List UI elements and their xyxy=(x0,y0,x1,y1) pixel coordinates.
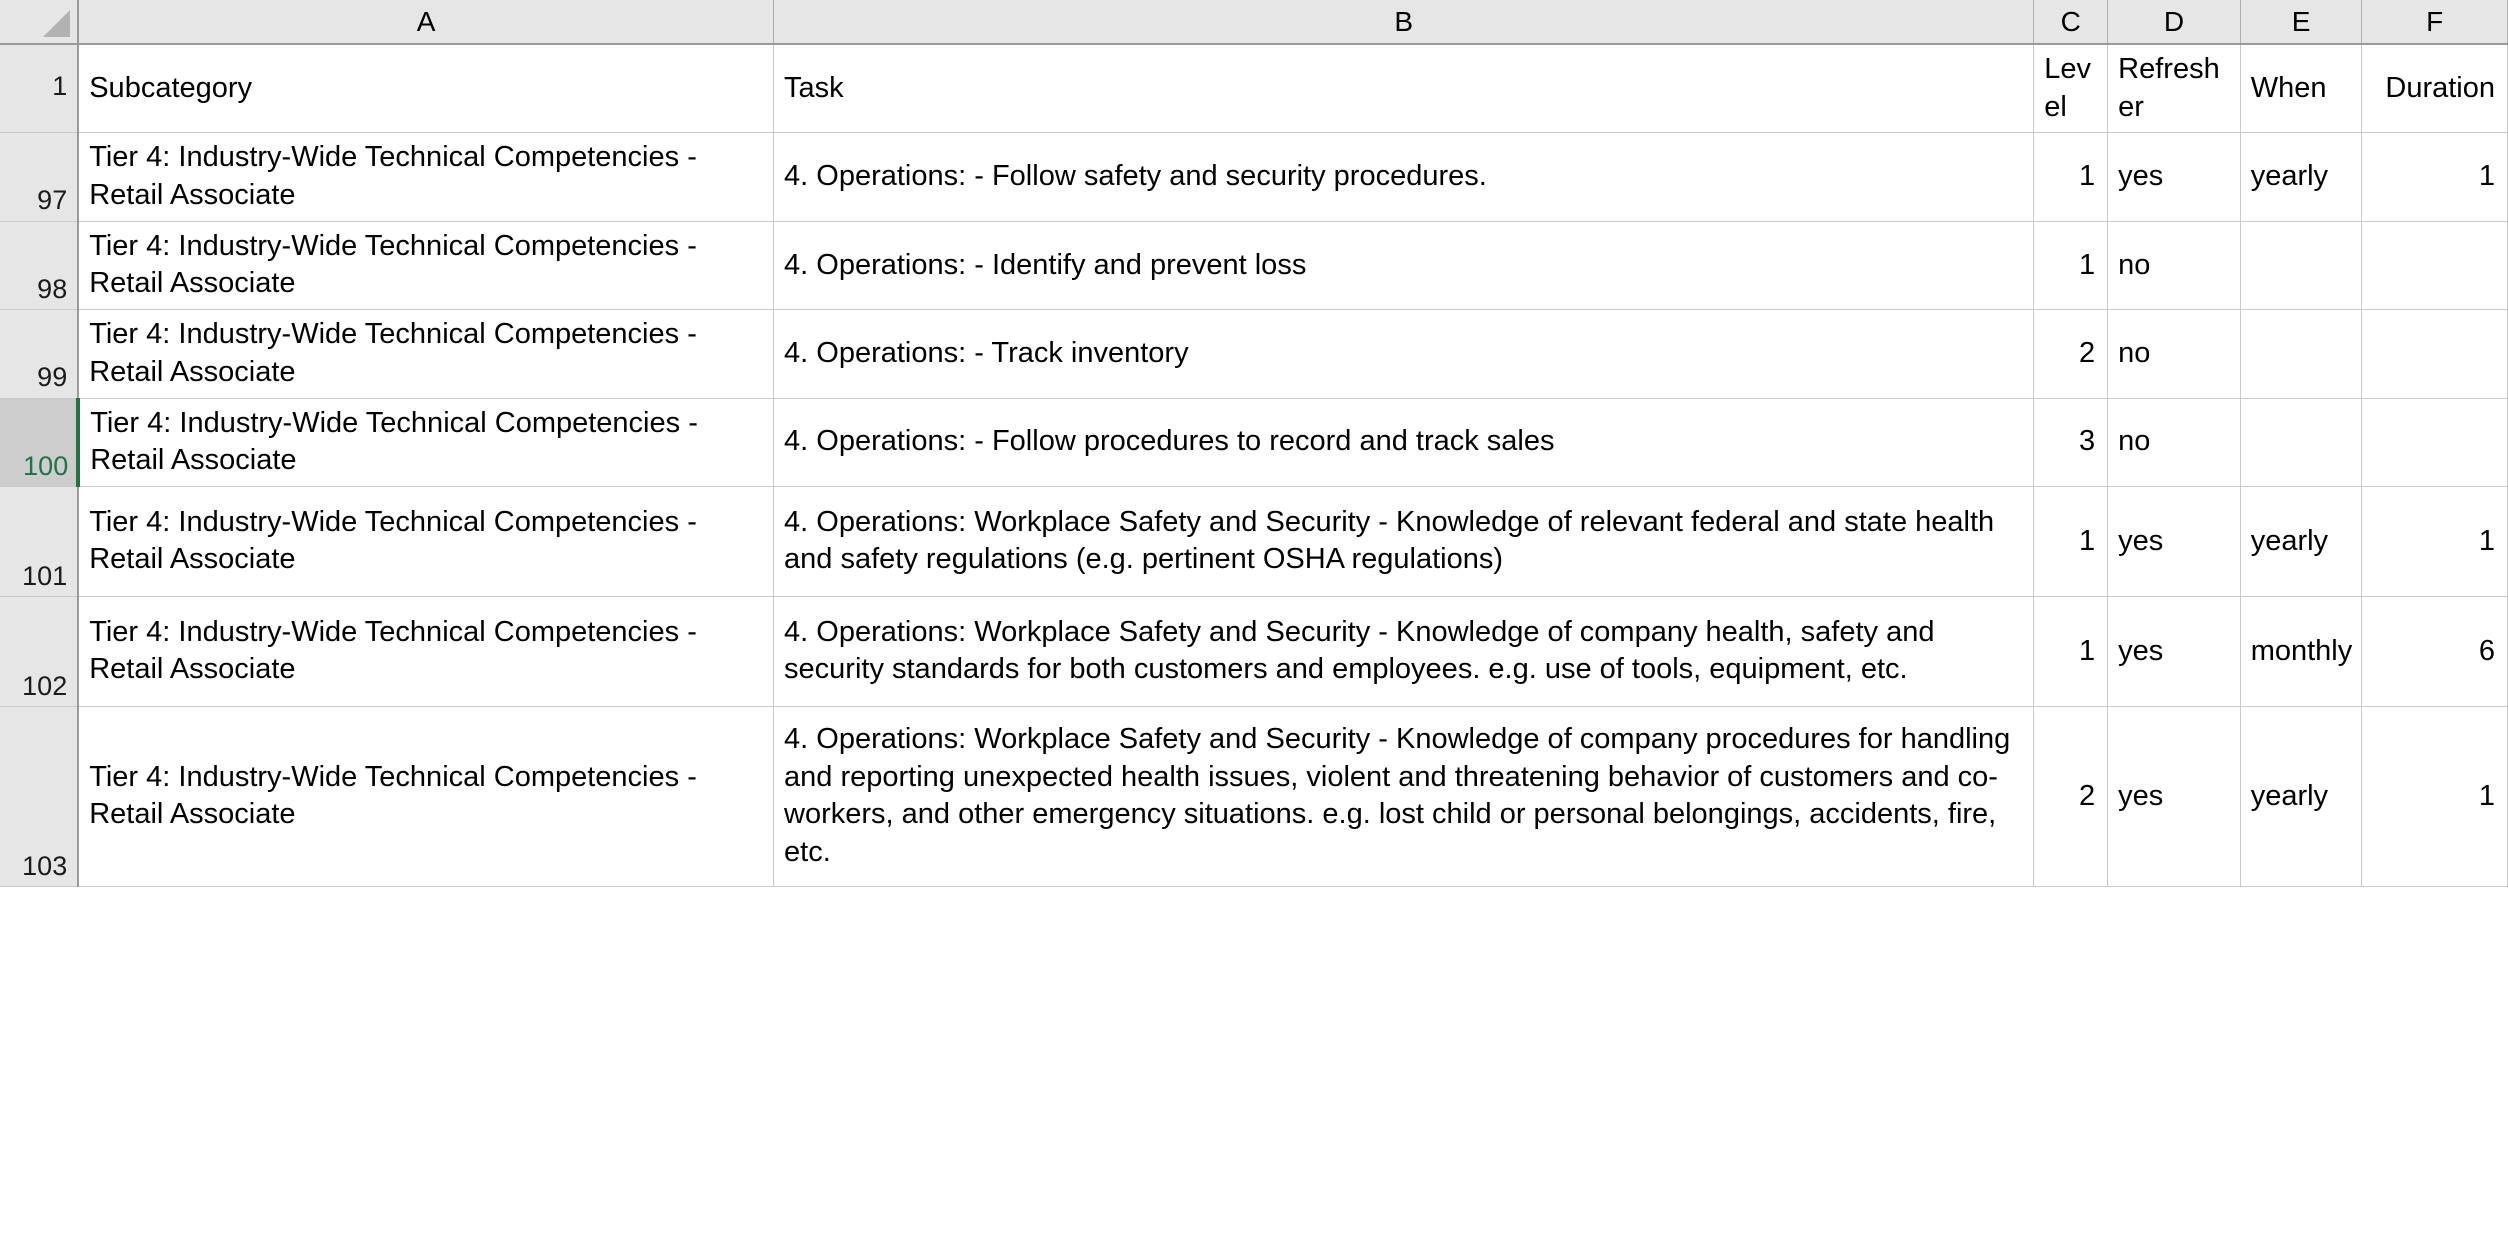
column-title-c[interactable]: Level xyxy=(2033,44,2109,134)
cell-task[interactable]: 4. Operations: Workplace Safety and Secu… xyxy=(773,596,2035,707)
row-header-103[interactable]: 103 xyxy=(0,706,80,887)
cell-subcategory[interactable]: Tier 4: Industry-Wide Technical Competen… xyxy=(78,309,775,399)
column-title-b[interactable]: Task xyxy=(773,44,2035,134)
cell-refresher[interactable]: no xyxy=(2107,309,2241,399)
cell-task[interactable]: 4. Operations: - Follow procedures to re… xyxy=(773,397,2035,487)
cell-task[interactable]: 4. Operations: Workplace Safety and Secu… xyxy=(773,486,2035,597)
cell-level[interactable]: 3 xyxy=(2033,397,2109,487)
row-header-98[interactable]: 98 xyxy=(0,221,80,311)
row-header-1[interactable]: 1 xyxy=(0,44,80,134)
cell-subcategory[interactable]: Tier 4: Industry-Wide Technical Competen… xyxy=(78,397,775,487)
row-header-101[interactable]: 101 xyxy=(0,486,80,597)
cell-level[interactable]: 1 xyxy=(2033,596,2109,707)
cell-refresher[interactable]: yes xyxy=(2107,132,2241,222)
select-all-triangle-icon xyxy=(43,10,71,37)
cell-when[interactable]: yearly xyxy=(2240,486,2363,597)
cell-task[interactable]: 4. Operations: Workplace Safety and Secu… xyxy=(773,706,2035,887)
cell-level[interactable]: 1 xyxy=(2033,486,2109,597)
column-header-d[interactable]: D xyxy=(2107,0,2241,45)
cell-subcategory[interactable]: Tier 4: Industry-Wide Technical Competen… xyxy=(78,596,775,707)
column-title-a[interactable]: Subcategory xyxy=(78,44,775,134)
cell-refresher[interactable]: no xyxy=(2107,397,2241,487)
spreadsheet-grid: A B C D E F 1 Subcategory Task Level Refresher When… xyxy=(0,0,2508,887)
table-row: 103 Tier 4: Industry-Wide Technical Compe… xyxy=(0,706,2508,887)
cell-level[interactable]: 1 xyxy=(2033,132,2109,222)
cell-duration[interactable] xyxy=(2361,221,2508,311)
column-header-e[interactable]: E xyxy=(2240,0,2363,45)
table-row: 1 Subcategory Task Level Refresher When Durati… xyxy=(0,44,2508,134)
cell-duration[interactable] xyxy=(2361,309,2508,399)
cell-refresher[interactable]: yes xyxy=(2107,706,2241,887)
cell-when[interactable]: yearly xyxy=(2240,706,2363,887)
column-header-row: ABCDEF xyxy=(0,0,2508,45)
cell-level[interactable]: 2 xyxy=(2033,309,2109,399)
cell-duration[interactable]: 1 xyxy=(2361,132,2508,222)
cell-when[interactable] xyxy=(2240,309,2363,399)
cell-duration[interactable]: 1 xyxy=(2361,706,2508,887)
cell-duration[interactable]: 1 xyxy=(2361,486,2508,597)
column-header-c[interactable]: C xyxy=(2033,0,2109,45)
table-row: 100 Tier 4: Industry-Wide Technical Compe… xyxy=(0,397,2508,487)
cell-duration[interactable] xyxy=(2361,397,2508,487)
cell-subcategory[interactable]: Tier 4: Industry-Wide Technical Competen… xyxy=(78,132,775,222)
cell-refresher[interactable]: yes xyxy=(2107,486,2241,597)
cell-task[interactable]: 4. Operations: - Identify and prevent lo… xyxy=(773,221,2035,311)
row-header-99[interactable]: 99 xyxy=(0,309,80,399)
table-row: 101 Tier 4: Industry-Wide Technical Compe… xyxy=(0,486,2508,597)
row-header-102[interactable]: 102 xyxy=(0,596,80,707)
column-title-d[interactable]: Refresher xyxy=(2107,44,2241,134)
column-header-a[interactable]: A xyxy=(78,0,775,45)
cell-when[interactable]: yearly xyxy=(2240,132,2363,222)
column-title-f[interactable]: Duration xyxy=(2361,44,2508,134)
table-row: 97 Tier 4: Industry-Wide Technical Compet… xyxy=(0,132,2508,222)
cell-task[interactable]: 4. Operations: - Track inventory xyxy=(773,309,2035,399)
column-header-f[interactable]: F xyxy=(2361,0,2508,45)
cell-when[interactable] xyxy=(2240,397,2363,487)
cell-task[interactable]: 4. Operations: - Follow safety and secur… xyxy=(773,132,2035,222)
cell-refresher[interactable]: no xyxy=(2107,221,2241,311)
row-header-100[interactable]: 100 xyxy=(0,398,81,487)
cell-refresher[interactable]: yes xyxy=(2107,596,2241,707)
cell-level[interactable]: 2 xyxy=(2033,706,2109,887)
table-row: 102 Tier 4: Industry-Wide Technical Compe… xyxy=(0,596,2508,707)
select-all-button[interactable] xyxy=(0,0,80,45)
row-header-97[interactable]: 97 xyxy=(0,132,80,222)
cell-duration[interactable]: 6 xyxy=(2361,596,2508,707)
cell-subcategory[interactable]: Tier 4: Industry-Wide Technical Competen… xyxy=(78,486,775,597)
spreadsheet-viewport: A B C D E F 1 Subcategory Task Level Refresher When… xyxy=(0,0,2508,1248)
cell-when[interactable]: monthly xyxy=(2240,596,2363,707)
column-header-b[interactable]: B xyxy=(773,0,2035,45)
cell-level[interactable]: 1 xyxy=(2033,221,2109,311)
cell-subcategory[interactable]: Tier 4: Industry-Wide Technical Competen… xyxy=(78,221,775,311)
table-row: 99 Tier 4: Industry-Wide Technical Compet… xyxy=(0,309,2508,399)
column-title-e[interactable]: When xyxy=(2240,44,2363,134)
cell-when[interactable] xyxy=(2240,221,2363,311)
table-row: 98 Tier 4: Industry-Wide Technical Compet… xyxy=(0,221,2508,311)
cell-subcategory[interactable]: Tier 4: Industry-Wide Technical Competen… xyxy=(78,706,775,887)
